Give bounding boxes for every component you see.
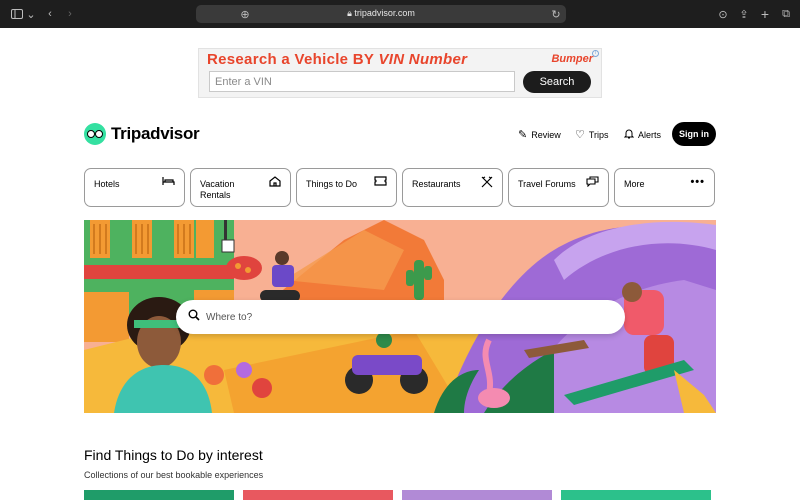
bell-icon: [623, 128, 635, 142]
search-icon: [188, 309, 200, 324]
heart-icon: ♡: [575, 129, 585, 141]
section-title: Find Things to Do by interest: [84, 447, 263, 463]
category-label: Restaurants: [412, 179, 461, 189]
category-more[interactable]: More •••: [614, 168, 715, 207]
more-dots-icon: •••: [690, 176, 705, 188]
back-icon[interactable]: ‹: [45, 7, 55, 21]
logo-text: Tripadvisor: [111, 124, 200, 143]
tripadvisor-logo[interactable]: Tripadvisor: [84, 123, 200, 145]
ad-search-button[interactable]: Search: [523, 71, 591, 93]
reload-icon[interactable]: ↻: [551, 7, 561, 21]
interest-card-3[interactable]: [402, 490, 552, 500]
chevron-down-icon[interactable]: ⌄: [26, 7, 35, 21]
category-label: Things to Do: [306, 179, 358, 189]
vin-advertisement[interactable]: Research a Vehicle BY VIN Number Bumper …: [198, 48, 602, 98]
ad-info-icon[interactable]: i: [592, 50, 599, 57]
url-text: 🔒︎ tripadvisor.com: [347, 8, 415, 18]
category-travel-forums[interactable]: Travel Forums: [508, 168, 609, 207]
category-label: Travel Forums: [518, 179, 576, 189]
lock-icon: 🔒︎: [347, 8, 352, 18]
chat-icon: [586, 176, 599, 190]
new-tab-icon[interactable]: +: [759, 6, 771, 22]
ad-headline: Research a Vehicle BY VIN Number: [207, 51, 468, 68]
category-label: More: [624, 179, 645, 189]
category-label: Hotels: [94, 179, 120, 189]
download-icon[interactable]: ⊙: [717, 7, 729, 21]
category-hotels[interactable]: Hotels: [84, 168, 185, 207]
browser-toolbar: ⌄ ‹ › ⊕ 🔒︎ tripadvisor.com ↻ ⊙ ⇪ + ⧉: [0, 0, 800, 28]
where-to-input[interactable]: [206, 306, 606, 328]
sidebar-icon[interactable]: [11, 7, 23, 21]
ticket-icon: [374, 176, 387, 189]
category-restaurants[interactable]: Restaurants: [402, 168, 503, 207]
category-things-to-do[interactable]: Things to Do: [296, 168, 397, 207]
ad-brand-logo[interactable]: Bumper: [551, 53, 593, 65]
tabs-overview-icon[interactable]: ⧉: [780, 7, 792, 21]
where-to-search[interactable]: [176, 300, 625, 334]
bed-icon: [162, 176, 175, 189]
nav-review[interactable]: ✎ Review: [518, 128, 561, 141]
nav-alerts[interactable]: Alerts: [623, 128, 661, 142]
forward-icon[interactable]: ›: [65, 7, 75, 21]
sign-in-button[interactable]: Sign in: [672, 122, 716, 146]
share-icon[interactable]: ⇪: [738, 7, 750, 21]
category-vacation-rentals[interactable]: Vacation Rentals: [190, 168, 291, 207]
pencil-icon: ✎: [518, 129, 528, 141]
nav-trips[interactable]: ♡ Trips: [575, 128, 609, 141]
utensils-icon: [481, 176, 493, 191]
interest-card-4[interactable]: [561, 490, 711, 500]
house-icon: [269, 176, 281, 190]
interest-card-2[interactable]: [243, 490, 393, 500]
category-label: Vacation Rentals: [200, 179, 235, 200]
interest-card-1[interactable]: [84, 490, 234, 500]
owl-logo-icon: [84, 123, 106, 145]
address-bar[interactable]: ⊕ 🔒︎ tripadvisor.com ↻: [196, 5, 566, 23]
section-subtitle: Collections of our best bookable experie…: [84, 470, 264, 480]
vin-input[interactable]: [209, 71, 515, 92]
